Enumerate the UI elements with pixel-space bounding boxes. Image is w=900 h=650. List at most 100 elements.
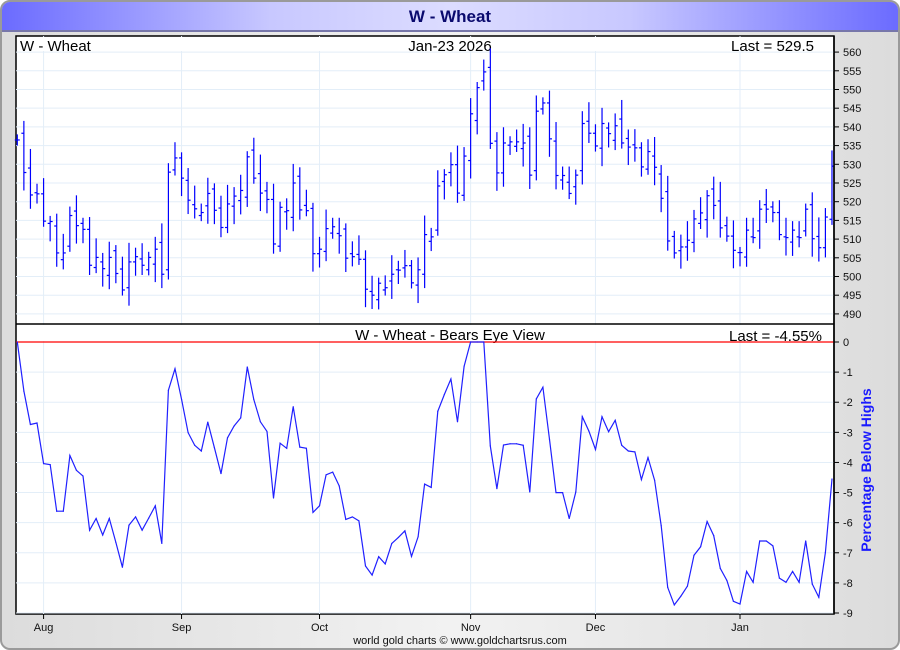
pct-tick-label: 0: [843, 337, 849, 349]
bears-eye-point: [509, 443, 511, 445]
month-tick-label: Nov: [461, 622, 481, 634]
pct-tick-label: -4: [843, 457, 853, 469]
bears-eye-point: [253, 398, 255, 401]
bears-eye-point: [312, 511, 314, 514]
bears-eye-point: [627, 450, 629, 452]
pct-tick-label: -8: [843, 578, 853, 590]
bears-eye-point: [548, 438, 551, 440]
bears-eye-point: [305, 447, 307, 449]
footer-credit: world gold charts © www.goldchartsrus.co…: [352, 635, 567, 647]
bears-eye-point: [502, 444, 505, 446]
price-chart-date: Jan-23 2026: [408, 38, 491, 55]
bears-eye-point: [364, 565, 367, 567]
bears-eye-point: [791, 570, 794, 573]
bears-eye-point: [608, 431, 610, 433]
bears-eye-point: [818, 596, 820, 598]
bears-eye-point: [765, 540, 767, 542]
bears-eye-point: [56, 510, 58, 512]
bears-eye-point: [391, 542, 393, 545]
bears-eye-point: [699, 546, 702, 548]
price-tick-label: 530: [843, 159, 861, 171]
pct-tick-label: -3: [843, 427, 853, 439]
bears-eye-point: [542, 386, 544, 388]
bears-eye-point: [450, 378, 452, 380]
bears-eye-point: [805, 540, 807, 542]
bears-eye-point: [798, 581, 800, 583]
bears-eye-point: [161, 542, 163, 545]
bears-eye-point: [470, 341, 472, 343]
bears-eye-point: [575, 491, 577, 493]
bears-eye-point: [207, 421, 209, 423]
bears-eye-point: [706, 520, 708, 523]
bears-eye-point: [62, 510, 64, 512]
bears-eye-point: [141, 529, 143, 531]
bears-eye-point: [686, 585, 689, 587]
bears-eye-point: [443, 393, 445, 395]
price-last-label: Last = 529.5: [731, 38, 814, 55]
price-tick-label: 540: [843, 122, 861, 134]
bears-eye-point: [824, 551, 827, 554]
bears-eye-point: [279, 442, 281, 444]
bears-eye-point: [220, 472, 222, 475]
bears-eye-point: [246, 366, 248, 368]
pct-tick-label: -1: [843, 367, 853, 379]
bears-eye-point: [772, 545, 774, 547]
bears-eye-point: [581, 416, 583, 418]
bears-eye-point: [266, 430, 268, 433]
price-chart-title: W - Wheat: [20, 38, 92, 55]
bears-eye-point: [759, 540, 761, 542]
bears-eye-point: [516, 443, 518, 445]
bears-eye-point: [732, 600, 735, 602]
bears-eye-point: [213, 447, 215, 449]
bears-eye-point: [397, 536, 399, 539]
bears-eye-point: [496, 488, 498, 490]
bears-eye-point: [693, 554, 695, 556]
pct-tick-label: -6: [843, 518, 853, 530]
bears-eye-point: [36, 422, 38, 424]
bears-eye-point: [108, 517, 110, 520]
bears-eye-point: [69, 454, 71, 457]
bears-eye-point: [640, 479, 643, 481]
bears-eye-point: [318, 505, 321, 507]
bears-eye-point: [49, 463, 51, 466]
month-tick-label: Jan: [731, 622, 749, 634]
month-tick-label: Aug: [34, 622, 54, 634]
bears-eye-point: [719, 567, 721, 570]
bears-eye-point: [134, 516, 137, 518]
bears-eye-point: [148, 517, 150, 519]
price-tick-label: 535: [843, 141, 861, 153]
price-tick-label: 545: [843, 103, 861, 115]
bears-eye-point: [378, 556, 380, 558]
bears-eye-point: [752, 581, 754, 583]
price-tick-label: 520: [843, 197, 861, 209]
pct-tick-label: -7: [843, 548, 853, 560]
bears-eye-point: [154, 505, 156, 507]
bears-eye-point: [680, 595, 682, 597]
bears-eye-point: [115, 541, 117, 544]
price-tick-label: 555: [843, 66, 861, 78]
bears-eye-point: [200, 450, 202, 452]
bears-eye-point: [614, 419, 616, 421]
bears-eye-point: [588, 430, 590, 432]
bears-eye-point: [713, 535, 715, 537]
bears-eye-point: [601, 416, 603, 418]
bears-eye-point: [424, 483, 426, 485]
bears-eye-point: [226, 437, 229, 439]
bears-eye-point: [121, 566, 124, 568]
bears-eye-point: [437, 410, 439, 412]
bears-eye-point: [667, 586, 669, 589]
month-tick-label: Dec: [586, 622, 606, 634]
bears-eye-point: [647, 457, 649, 459]
month-tick-label: Sep: [172, 622, 192, 634]
bears-eye-point: [673, 604, 675, 606]
bears-eye-point: [417, 536, 419, 538]
bears-eye-point: [568, 517, 570, 520]
price-tick-label: 560: [843, 47, 861, 59]
bears-eye-point: [194, 444, 196, 446]
bears-eye-point: [404, 530, 406, 532]
bears-eye-point: [456, 421, 459, 423]
pct-tick-label: -9: [843, 608, 853, 620]
bears-eye-point: [332, 471, 334, 473]
bears-eye-point: [745, 570, 748, 573]
bears-eye-point: [463, 365, 465, 367]
